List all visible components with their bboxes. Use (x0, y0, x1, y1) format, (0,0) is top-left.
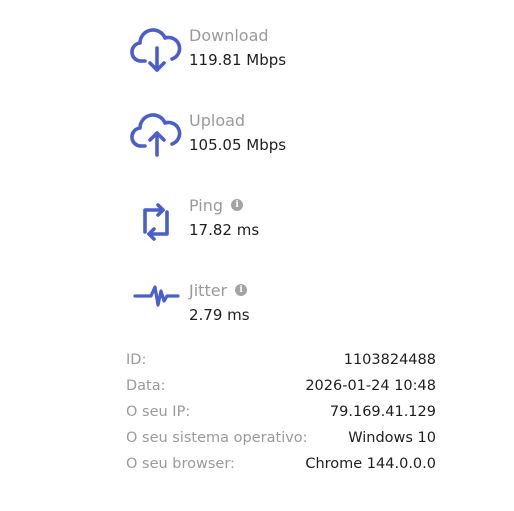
info-icon[interactable]: i (235, 284, 248, 296)
jitter-metric: Jitter i 2.79 ms (130, 281, 430, 351)
detail-row-id: ID: 1103824488 (126, 349, 436, 375)
detail-key: O seu sistema operativo: (126, 430, 308, 446)
download-value: 119.81 Mbps (189, 51, 287, 69)
info-icon[interactable]: i (231, 199, 244, 211)
download-label: Download (189, 26, 269, 45)
upload-label: Upload (189, 111, 246, 130)
ping-value: 17.82 ms (189, 221, 260, 239)
detail-key: Data: (126, 378, 166, 394)
detail-value: Windows 10 (348, 430, 436, 446)
ping-label: Ping (189, 196, 224, 215)
detail-value: 1103824488 (343, 352, 436, 368)
cloud-upload-icon (130, 113, 182, 157)
jitter-value: 2.79 ms (189, 306, 250, 324)
test-details: ID: 1103824488 Data: 2026-01-24 10:48 O … (126, 349, 436, 479)
refresh-arrows-icon (143, 203, 169, 241)
detail-row-browser: O seu browser: Chrome 144.0.0.0 (126, 453, 436, 479)
pulse-wave-icon (133, 285, 180, 307)
upload-value: 105.05 Mbps (189, 136, 287, 154)
detail-key: O seu IP: (126, 404, 191, 420)
ping-metric: Ping i 17.82 ms (130, 196, 430, 266)
jitter-label-wrap: Jitter i (189, 281, 248, 301)
detail-key: ID: (126, 352, 147, 368)
upload-metric: Upload 105.05 Mbps (130, 111, 430, 181)
detail-value: 2026-01-24 10:48 (305, 378, 436, 394)
jitter-label: Jitter (189, 281, 228, 300)
ping-label-wrap: Ping i (189, 196, 244, 216)
detail-key: O seu browser: (126, 456, 235, 472)
detail-value: Chrome 144.0.0.0 (305, 456, 436, 472)
detail-row-ip: O seu IP: 79.169.41.129 (126, 401, 436, 427)
cloud-download-icon (130, 28, 182, 72)
detail-row-os: O seu sistema operativo: Windows 10 (126, 427, 436, 453)
detail-value: 79.169.41.129 (329, 404, 436, 420)
download-metric: Download 119.81 Mbps (130, 26, 430, 96)
detail-row-date: Data: 2026-01-24 10:48 (126, 375, 436, 401)
